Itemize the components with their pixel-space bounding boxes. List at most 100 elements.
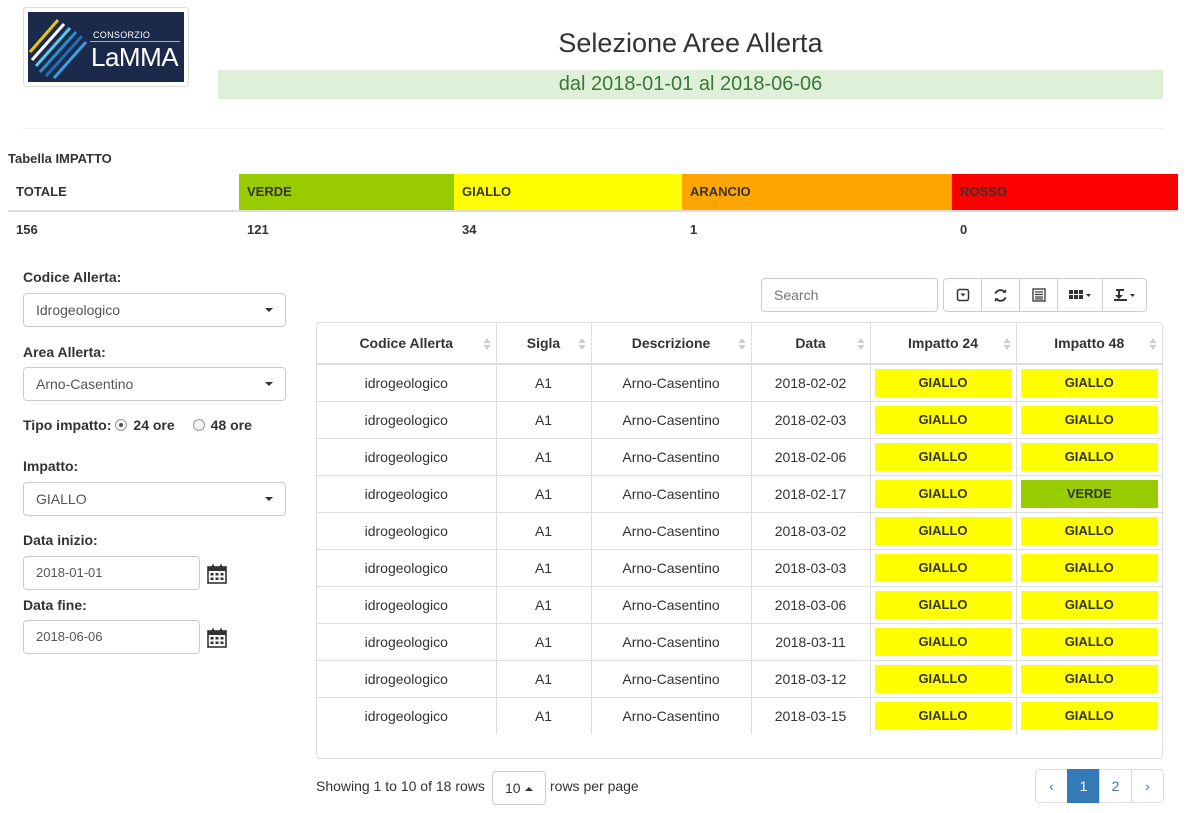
radio-48-ore[interactable]: [192, 419, 205, 431]
table-cell: GIALLO: [1015, 363, 1162, 401]
page-1-button[interactable]: 1: [1067, 769, 1100, 803]
list-icon: [1031, 288, 1046, 302]
impact-badge: GIALLO: [874, 701, 1012, 730]
table-row[interactable]: idrogeologico A1 Arno-Casentino 2018-02-06 G…: [317, 437, 1162, 475]
table-row[interactable]: idrogeologico A1 Arno-Casentino 2018-03-02 G…: [317, 511, 1162, 549]
impact-badge: GIALLO: [1020, 553, 1158, 582]
page-next-button[interactable]: ›: [1131, 769, 1164, 803]
table-row[interactable]: idrogeologico A1 Arno-Casentino 2018-02-03 G…: [317, 400, 1162, 438]
logo-lamma-text: LaMMA: [91, 42, 179, 72]
table-cell: 2018-02-06: [750, 437, 870, 475]
table-cell: idrogeologico: [317, 400, 496, 438]
impact-badge: GIALLO: [1020, 405, 1158, 434]
sort-icon: [1149, 338, 1157, 350]
column-header-label: Impatto 48: [1054, 335, 1125, 351]
table-cell: GIALLO: [869, 659, 1016, 697]
alert-table: Codice Allerta Sigla Descrizione Data Impatt…: [316, 322, 1163, 759]
table-row[interactable]: idrogeologico A1 Arno-Casentino 2018-03-06 G…: [317, 585, 1162, 623]
calendar-icon[interactable]: [207, 564, 227, 584]
table-cell: 2018-03-11: [750, 622, 870, 660]
radio-24-ore[interactable]: [115, 419, 128, 431]
sort-icon: [483, 338, 490, 350]
column-header-label: Impatto 24: [907, 335, 978, 351]
table-cell: GIALLO: [1015, 400, 1162, 438]
column-header[interactable]: Codice Allerta: [317, 323, 496, 365]
impact-header-totale: TOTALE: [16, 184, 67, 199]
impact-value-verde: 121: [247, 222, 269, 237]
radio-24-ore-label[interactable]: 24 ore: [133, 417, 174, 433]
table-row[interactable]: idrogeologico A1 Arno-Casentino 2018-03-15 G…: [317, 696, 1162, 734]
table-cell: GIALLO: [869, 511, 1016, 549]
table-row[interactable]: idrogeologico A1 Arno-Casentino 2018-03-11 G…: [317, 622, 1162, 660]
table-cell: 2018-02-17: [750, 474, 870, 512]
table-cell: A1: [495, 696, 591, 734]
table-cell: A1: [495, 474, 591, 512]
export-dropdown-button[interactable]: [1102, 278, 1147, 312]
table-row[interactable]: idrogeologico A1 Arno-Casentino 2018-03-12 G…: [317, 659, 1162, 697]
table-cell: VERDE: [1015, 474, 1162, 512]
column-header[interactable]: Descrizione: [590, 323, 751, 365]
refresh-button[interactable]: [981, 278, 1020, 312]
tipo-impatto-label: Tipo impatto:: [23, 417, 112, 433]
sort-icon: [857, 338, 864, 350]
table-cell: GIALLO: [869, 400, 1016, 438]
impact-badge: GIALLO: [874, 553, 1012, 582]
impact-badge: GIALLO: [874, 627, 1012, 656]
table-cell: A1: [495, 548, 591, 586]
logo: CONSORZIO LaMMA: [23, 7, 189, 87]
toggle-view-button[interactable]: [943, 278, 982, 312]
table-cell: A1: [495, 622, 591, 660]
table-cell: GIALLO: [869, 474, 1016, 512]
rows-per-page-label: rows per page: [550, 778, 639, 794]
table-cell: GIALLO: [1015, 437, 1162, 475]
impact-badge: GIALLO: [874, 479, 1012, 508]
codice-allerta-select[interactable]: Idrogeologico: [23, 293, 286, 327]
impact-badge: GIALLO: [1020, 442, 1158, 471]
impact-badge: GIALLO: [1020, 590, 1158, 619]
toggle-columns-list-button[interactable]: [1019, 278, 1058, 312]
radio-48-ore-label[interactable]: 48 ore: [211, 417, 252, 433]
data-inizio-input[interactable]: 2018-01-01: [23, 556, 200, 590]
table-cell: idrogeologico: [317, 585, 496, 623]
impatto-select[interactable]: GIALLO: [23, 482, 286, 516]
table-cell: 2018-02-03: [750, 400, 870, 438]
sort-icon: [578, 338, 585, 350]
table-cell: Arno-Casentino: [590, 437, 751, 475]
table-row[interactable]: idrogeologico A1 Arno-Casentino 2018-02-17 G…: [317, 474, 1162, 512]
page-size-select[interactable]: 10: [492, 771, 546, 805]
impact-badge: GIALLO: [874, 590, 1012, 619]
area-allerta-select[interactable]: Arno-Casentino: [23, 367, 286, 401]
impact-table-caption: Tabella IMPATTO: [8, 151, 112, 166]
data-fine-input[interactable]: 2018-06-06: [23, 620, 200, 654]
table-cell: Arno-Casentino: [590, 696, 751, 734]
table-cell: idrogeologico: [317, 474, 496, 512]
page-2-button[interactable]: 2: [1099, 769, 1132, 803]
page-prev-button[interactable]: ‹: [1035, 769, 1068, 803]
column-header-label: Sigla: [526, 335, 561, 351]
search-input[interactable]: [761, 278, 938, 312]
column-header[interactable]: Sigla: [495, 323, 591, 365]
table-row[interactable]: idrogeologico A1 Arno-Casentino 2018-03-03 G…: [317, 548, 1162, 586]
table-cell: A1: [495, 659, 591, 697]
impact-table-header: TOTALE VERDE GIALLO ARANCIO ROSSO: [8, 174, 1178, 210]
table-cell: A1: [495, 511, 591, 549]
table-cell: GIALLO: [1015, 548, 1162, 586]
data-inizio-label: Data inizio:: [23, 532, 98, 548]
impact-badge: GIALLO: [1020, 701, 1158, 730]
columns-dropdown-button[interactable]: [1057, 278, 1103, 312]
area-allerta-label: Area Allerta:: [23, 344, 106, 360]
impact-header-verde: VERDE: [239, 174, 454, 210]
impatto-value: GIALLO: [36, 491, 87, 507]
column-header-label: Descrizione: [631, 335, 711, 351]
column-header[interactable]: Impatto 48: [1015, 323, 1162, 365]
calendar-icon[interactable]: [207, 628, 227, 648]
column-header-label: Data: [795, 335, 826, 351]
table-cell: 2018-03-06: [750, 585, 870, 623]
impact-badge: GIALLO: [874, 664, 1012, 693]
table-cell: A1: [495, 400, 591, 438]
table-cell: GIALLO: [869, 548, 1016, 586]
impact-badge: GIALLO: [1020, 664, 1158, 693]
column-header[interactable]: Data: [750, 323, 870, 365]
column-header[interactable]: Impatto 24: [869, 323, 1016, 365]
table-row[interactable]: idrogeologico A1 Arno-Casentino 2018-02-02 G…: [317, 363, 1162, 401]
